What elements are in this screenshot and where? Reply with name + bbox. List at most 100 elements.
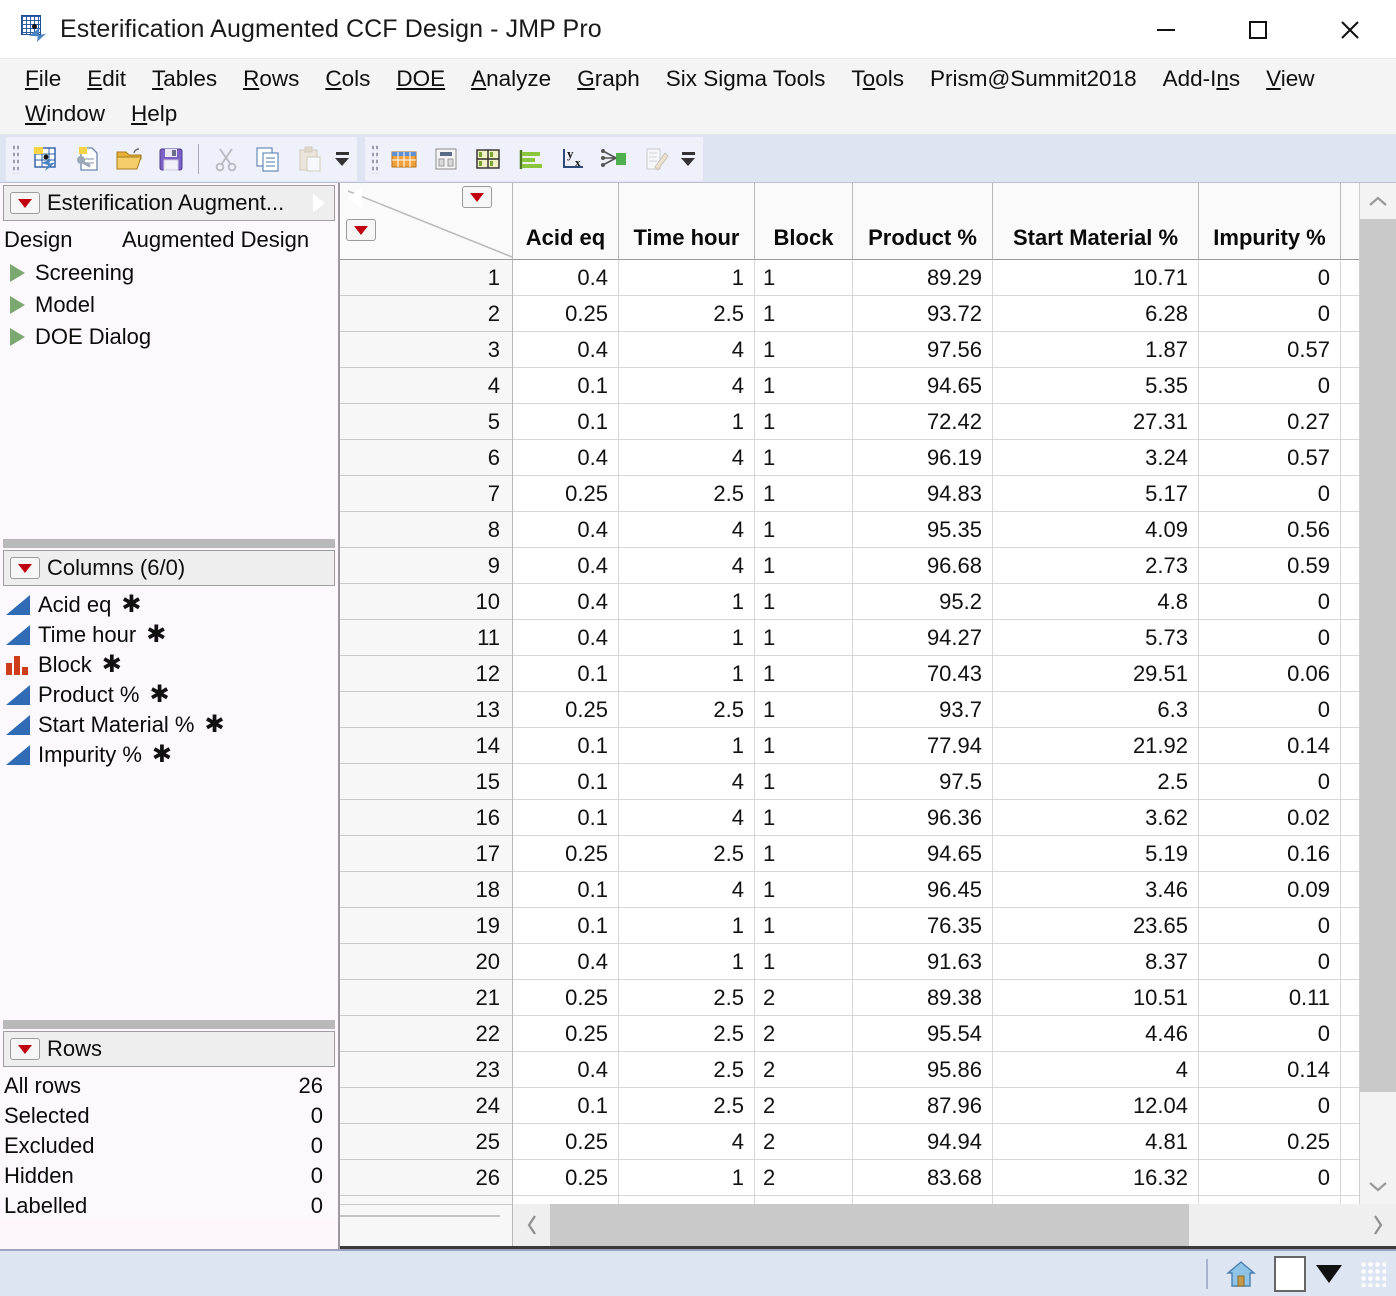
column-header-start-material-pct[interactable]: Start Material % [993, 183, 1199, 260]
vertical-scrollbar[interactable] [1359, 183, 1396, 1204]
cell-block[interactable]: 2 [755, 1124, 853, 1160]
cell-time-hour[interactable]: 4 [619, 800, 755, 836]
row-number[interactable]: 2 [340, 296, 513, 332]
cell-blank[interactable] [1341, 1052, 1359, 1088]
table-row[interactable]: 0.14196.453.460.09 [513, 872, 1359, 908]
cell-impurity-pct[interactable]: 0.16 [1199, 836, 1341, 872]
table-corner-cell[interactable] [340, 183, 513, 260]
row-number[interactable]: 4 [340, 368, 513, 404]
cell-block[interactable]: 1 [755, 908, 853, 944]
table-panel-header[interactable]: Esterification Augment... [3, 185, 335, 221]
table-script-model[interactable]: Model [2, 289, 333, 321]
cell-impurity-pct[interactable]: 0.14 [1199, 1052, 1341, 1088]
menu-help[interactable]: Help [118, 97, 190, 132]
run-script-icon[interactable] [10, 328, 25, 346]
blank-page-icon[interactable] [1274, 1256, 1306, 1292]
cell-product-pct[interactable]: 96.45 [853, 872, 993, 908]
cell-impurity-pct[interactable]: 0.57 [1199, 332, 1341, 368]
column-header-product-pct[interactable]: Product % [853, 183, 993, 260]
cell-block[interactable]: 1 [755, 620, 853, 656]
menu-cols[interactable]: Cols [312, 62, 383, 97]
cell-time-hour[interactable]: 2.5 [619, 836, 755, 872]
cell-start-material-pct[interactable]: 1.87 [993, 332, 1199, 368]
run-script-icon[interactable] [10, 296, 25, 314]
cell-blank[interactable] [1341, 944, 1359, 980]
cell-time-hour[interactable]: 1 [619, 584, 755, 620]
cell-impurity-pct[interactable]: 0 [1199, 764, 1341, 800]
table-row[interactable]: 0.11172.4227.310.27 [513, 404, 1359, 440]
cell-product-pct[interactable]: 96.68 [853, 548, 993, 584]
cell-product-pct[interactable]: 94.83 [853, 476, 993, 512]
cell-acid-eq[interactable]: 0.1 [513, 656, 619, 692]
cell-start-material-pct[interactable]: 3.62 [993, 800, 1199, 836]
cell-block[interactable]: 2 [755, 1088, 853, 1124]
distribution-icon[interactable] [509, 139, 551, 179]
cell-impurity-pct[interactable]: 0 [1199, 944, 1341, 980]
row-number[interactable]: 3 [340, 332, 513, 368]
row-number[interactable]: 9 [340, 548, 513, 584]
cell-time-hour[interactable]: 1 [619, 404, 755, 440]
maximize-button[interactable] [1212, 0, 1304, 59]
cell-blank[interactable] [1341, 656, 1359, 692]
table-row[interactable]: 0.12.5287.9612.040 [513, 1088, 1359, 1124]
column-header-acid-eq[interactable]: Acid eq [513, 183, 619, 260]
table-row[interactable]: 0.41191.638.370 [513, 944, 1359, 980]
cell-time-hour[interactable]: 2.5 [619, 1016, 755, 1052]
cell-time-hour[interactable]: 4 [619, 548, 755, 584]
cell-blank[interactable] [1341, 800, 1359, 836]
row-number[interactable]: 16 [340, 800, 513, 836]
cell-product-pct[interactable]: 95.54 [853, 1016, 993, 1052]
menu-tools[interactable]: Tools [838, 62, 917, 97]
cell-block[interactable]: 1 [755, 512, 853, 548]
cell-blank[interactable] [1341, 440, 1359, 476]
row-number[interactable]: 17 [340, 836, 513, 872]
cell-acid-eq[interactable]: 0.1 [513, 728, 619, 764]
cell-product-pct[interactable]: 94.65 [853, 836, 993, 872]
cell-time-hour[interactable]: 1 [619, 908, 755, 944]
table-row[interactable]: 0.252.5289.3810.510.11 [513, 980, 1359, 1016]
row-number[interactable]: 1 [340, 260, 513, 296]
cell-block[interactable]: 1 [755, 296, 853, 332]
row-number[interactable]: 14 [340, 728, 513, 764]
cell-blank[interactable] [1341, 1124, 1359, 1160]
cell-acid-eq[interactable]: 0.25 [513, 1160, 619, 1196]
cell-acid-eq[interactable]: 0.25 [513, 980, 619, 1016]
menu-edit[interactable]: Edit [74, 62, 139, 97]
cell-time-hour[interactable]: 4 [619, 440, 755, 476]
close-button[interactable] [1304, 0, 1396, 59]
row-number[interactable]: 10 [340, 584, 513, 620]
cell-acid-eq[interactable]: 0.1 [513, 800, 619, 836]
cell-impurity-pct[interactable]: 0.27 [1199, 404, 1341, 440]
table-row[interactable]: 0.41194.275.730 [513, 620, 1359, 656]
table-row[interactable]: 0.252.5194.655.190.16 [513, 836, 1359, 872]
menu-graph[interactable]: Graph [564, 62, 653, 97]
cell-start-material-pct[interactable]: 5.19 [993, 836, 1199, 872]
table-row[interactable]: 0.44196.193.240.57 [513, 440, 1359, 476]
rows-stat-excluded[interactable]: Excluded 0 [2, 1131, 333, 1161]
cell-start-material-pct[interactable]: 2.5 [993, 764, 1199, 800]
cell-start-material-pct[interactable]: 4.81 [993, 1124, 1199, 1160]
cell-blank[interactable] [1341, 512, 1359, 548]
cell-product-pct[interactable]: 70.43 [853, 656, 993, 692]
scroll-left-icon[interactable] [513, 1204, 550, 1246]
columns-panel-menu-icon[interactable] [10, 557, 40, 579]
scroll-up-icon[interactable] [1360, 183, 1396, 219]
cell-product-pct[interactable]: 87.96 [853, 1088, 993, 1124]
rows-stat-selected[interactable]: Selected 0 [2, 1101, 333, 1131]
cell-product-pct[interactable]: 97.5 [853, 764, 993, 800]
menu-add-ins[interactable]: Add-Ins [1150, 62, 1254, 97]
cell-block[interactable]: 1 [755, 332, 853, 368]
cell-blank[interactable] [1341, 764, 1359, 800]
cell-product-pct[interactable]: 96.19 [853, 440, 993, 476]
cell-block[interactable]: 1 [755, 368, 853, 404]
cell-start-material-pct[interactable]: 29.51 [993, 656, 1199, 692]
table-row[interactable]: 0.252.5193.76.30 [513, 692, 1359, 728]
row-number[interactable]: 12 [340, 656, 513, 692]
table-panel-menu-icon[interactable] [10, 192, 40, 214]
column-item-block[interactable]: Block ✱ [2, 650, 333, 680]
cell-block[interactable]: 2 [755, 1160, 853, 1196]
table-row[interactable]: 0.14196.363.620.02 [513, 800, 1359, 836]
cell-acid-eq[interactable]: 0.1 [513, 404, 619, 440]
cell-acid-eq[interactable]: 0.4 [513, 1052, 619, 1088]
toolbar-grip-icon-2[interactable] [371, 144, 379, 174]
